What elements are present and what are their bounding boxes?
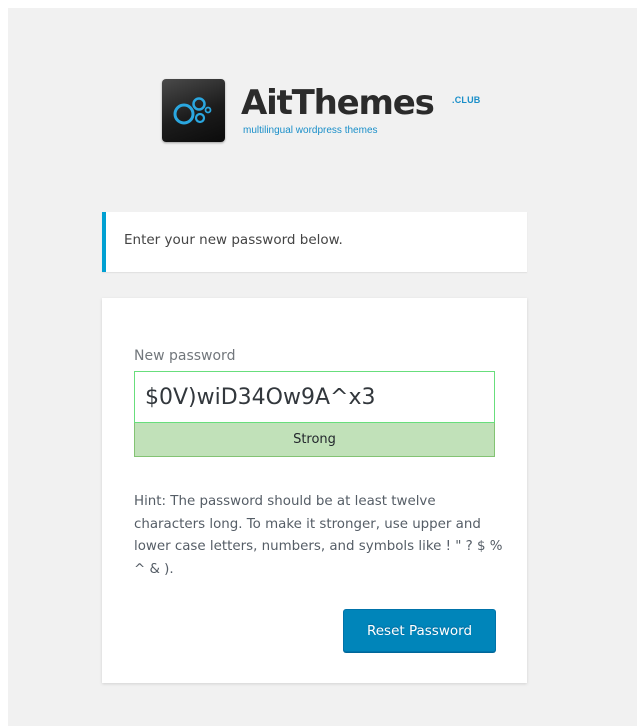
reset-password-form: New password Strong Hint: The password s…: [102, 298, 527, 683]
brand-tagline: multilingual wordpress themes: [243, 125, 378, 136]
bubbles-logo-icon: [162, 79, 225, 142]
info-message-text: Enter your new password below.: [124, 232, 343, 248]
site-logo[interactable]: AitThemes .CLUB multilingual wordpress t…: [162, 79, 482, 159]
brand-suffix: .CLUB: [452, 95, 481, 105]
password-strength-indicator: Strong: [134, 423, 495, 457]
password-hint: Hint: The password should be at least tw…: [134, 494, 503, 577]
login-page-background: AitThemes .CLUB multilingual wordpress t…: [8, 8, 637, 726]
new-password-input[interactable]: [134, 371, 495, 423]
brand-name: AitThemes: [241, 83, 435, 123]
new-password-label: New password: [134, 348, 236, 364]
info-message: Enter your new password below.: [102, 212, 527, 272]
reset-password-button[interactable]: Reset Password: [343, 609, 496, 652]
